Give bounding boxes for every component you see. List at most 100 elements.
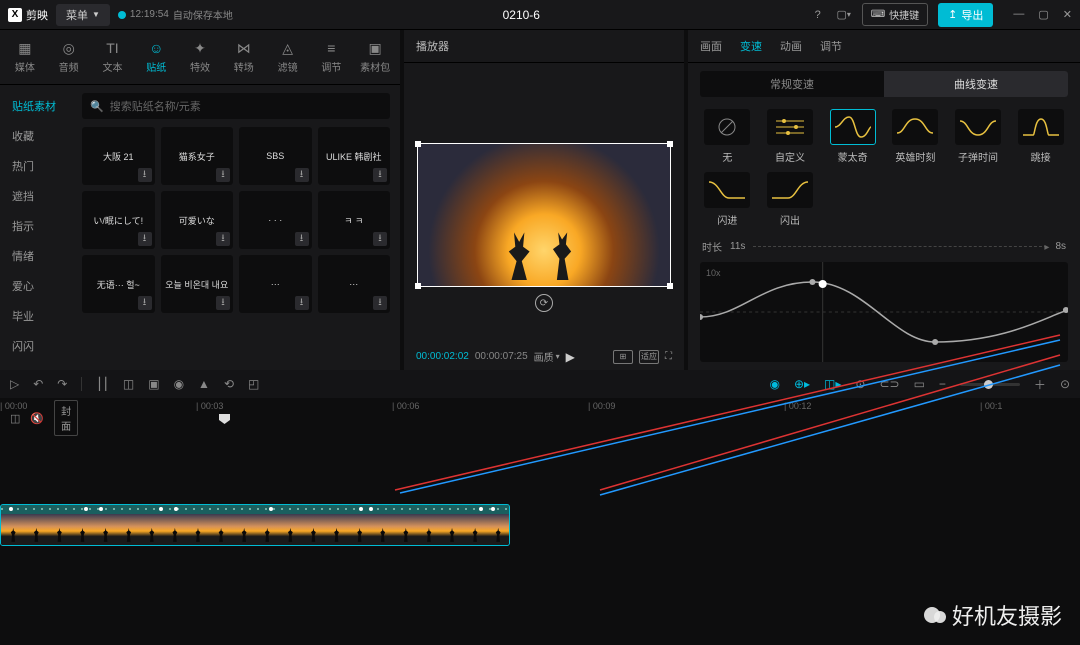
category-item[interactable]: 收藏	[0, 121, 72, 151]
sticker-card[interactable]: ···⭳	[318, 255, 391, 313]
sticker-card[interactable]: ULIKE 韩剧社⭳	[318, 127, 391, 185]
fit-icon[interactable]: 适应	[639, 350, 659, 364]
mic-icon[interactable]: ◉	[769, 377, 779, 391]
category-item[interactable]: 热门	[0, 151, 72, 181]
curve-preset-bullet[interactable]: 子弹时间	[951, 109, 1006, 164]
help-icon[interactable]: ?	[810, 7, 826, 23]
undo-icon[interactable]: ↶	[33, 377, 43, 391]
select-tool-icon[interactable]: ▷	[10, 377, 19, 391]
preview-frame[interactable]: ⟳	[417, 143, 671, 287]
cover-button[interactable]: 封面	[54, 400, 78, 436]
sticker-card[interactable]: ···⭳	[239, 255, 312, 313]
download-icon[interactable]: ⭳	[138, 168, 152, 182]
resize-handle-tl[interactable]	[415, 141, 421, 147]
asset-tab-文本[interactable]: TI文本	[92, 36, 134, 78]
video-clip[interactable]	[0, 504, 510, 546]
asset-tab-特效[interactable]: ✦特效	[179, 36, 221, 78]
asset-tab-转场[interactable]: ⋈转场	[223, 36, 265, 78]
curve-preset-flashin[interactable]: 闪进	[700, 172, 755, 227]
download-icon[interactable]: ⭳	[138, 232, 152, 246]
category-item[interactable]: 互动	[0, 361, 72, 370]
sticker-card[interactable]: い/眠にして!⭳	[82, 191, 155, 249]
download-icon[interactable]: ⭳	[373, 296, 387, 310]
zoom-in-icon[interactable]: ＋	[1034, 376, 1046, 393]
asset-tab-音频[interactable]: ◎音频	[48, 36, 90, 78]
download-icon[interactable]: ⭳	[216, 168, 230, 182]
close-icon[interactable]: ✕	[1063, 8, 1072, 21]
asset-tab-调节[interactable]: ≡调节	[310, 36, 352, 78]
download-icon[interactable]: ⭳	[216, 296, 230, 310]
download-icon[interactable]: ⭳	[216, 232, 230, 246]
mirror-icon[interactable]: ▲	[198, 377, 210, 391]
category-item[interactable]: 闪闪	[0, 331, 72, 361]
zoom-out-icon[interactable]: −	[939, 377, 946, 391]
sticker-card[interactable]: 大阪 21⭳	[82, 127, 155, 185]
tool-icon-3[interactable]: ◫▸	[824, 377, 841, 391]
fullscreen-icon[interactable]: ⛶	[665, 351, 672, 362]
sticker-search-input[interactable]: 🔍 搜索贴纸名称/元素	[82, 93, 390, 119]
link-icon[interactable]: ⊂⊃	[879, 377, 899, 391]
export-button[interactable]: ↥导出	[938, 3, 993, 27]
zoom-slider[interactable]	[960, 383, 1020, 386]
category-item[interactable]: 遮挡	[0, 181, 72, 211]
speed-mode-normal[interactable]: 常规变速	[700, 71, 884, 97]
play-button[interactable]: ▶	[566, 350, 575, 364]
magnet-icon[interactable]: ⊙	[855, 377, 865, 391]
asset-tab-滤镜[interactable]: ◬滤镜	[267, 36, 309, 78]
layout-icon[interactable]: ▢▾	[836, 7, 852, 23]
minimize-icon[interactable]: —	[1013, 8, 1024, 21]
download-icon[interactable]: ⭳	[295, 168, 309, 182]
sticker-card[interactable]: SBS⭳	[239, 127, 312, 185]
category-item[interactable]: 爱心	[0, 271, 72, 301]
prop-tab-画面[interactable]: 画面	[700, 38, 722, 54]
curve-preset-custom[interactable]: 自定义	[763, 109, 818, 164]
curve-preset-none[interactable]: 无	[700, 109, 755, 164]
delete-left-icon[interactable]: ◫	[123, 377, 134, 391]
curve-preset-jump[interactable]: 跳接	[1013, 109, 1068, 164]
quality-select[interactable]: 画质▾	[534, 349, 560, 364]
ratio-icon[interactable]: ⊞	[613, 350, 633, 364]
rotate-handle-icon[interactable]: ⟳	[535, 294, 553, 312]
prop-tab-动画[interactable]: 动画	[780, 38, 802, 54]
redo-icon[interactable]: ↷	[57, 377, 67, 391]
sticker-card[interactable]: ㅋ ㅋ⭳	[318, 191, 391, 249]
curve-preset-flashout[interactable]: 闪出	[763, 172, 818, 227]
prop-tab-调节[interactable]: 调节	[820, 38, 842, 54]
download-icon[interactable]: ⭳	[373, 168, 387, 182]
download-icon[interactable]: ⭳	[373, 232, 387, 246]
record-icon[interactable]: ⊕▸	[794, 377, 810, 391]
rotate-icon[interactable]: ⟲	[224, 377, 234, 391]
asset-tab-素材包[interactable]: ▣素材包	[354, 36, 396, 78]
download-icon[interactable]: ⭳	[295, 296, 309, 310]
duration-slider[interactable]: ▸	[753, 246, 1047, 247]
curve-preset-montage[interactable]: 蒙太奇	[825, 109, 880, 164]
sticker-card[interactable]: 猫系女子⭳	[161, 127, 234, 185]
mute-icon[interactable]: 🔇	[30, 412, 44, 425]
asset-tab-媒体[interactable]: ▦媒体	[4, 36, 46, 78]
download-icon[interactable]: ⭳	[138, 296, 152, 310]
asset-tab-贴纸[interactable]: ☺贴纸	[135, 36, 177, 78]
speed-mode-curve[interactable]: 曲线变速	[884, 71, 1068, 97]
resize-handle-tr[interactable]	[667, 141, 673, 147]
sticker-card[interactable]: · · ·⭳	[239, 191, 312, 249]
download-icon[interactable]: ⭳	[295, 232, 309, 246]
crop-icon[interactable]: ◰	[248, 377, 259, 391]
category-item[interactable]: 贴纸素材	[0, 91, 72, 121]
freeze-icon[interactable]: ◉	[174, 377, 184, 391]
resize-handle-bl[interactable]	[415, 283, 421, 289]
timeline-ruler[interactable]: | 00:00| 00:03| 00:06| 00:09| 00:12| 00:…	[0, 398, 1080, 418]
split-icon[interactable]: ⎮⎮	[96, 377, 109, 391]
menu-button[interactable]: 菜单▼	[56, 4, 110, 26]
preview-toggle-icon[interactable]: ▭	[914, 377, 925, 391]
sticker-card[interactable]: 오늘 비온대 내요⭳	[161, 255, 234, 313]
toggle-track-icon[interactable]: ◫	[10, 412, 20, 425]
category-item[interactable]: 毕业	[0, 301, 72, 331]
category-item[interactable]: 指示	[0, 211, 72, 241]
zoom-fit-icon[interactable]: ⊙	[1060, 377, 1070, 391]
sticker-card[interactable]: 无语··· 헐~⭳	[82, 255, 155, 313]
category-item[interactable]: 情绪	[0, 241, 72, 271]
curve-preset-hero[interactable]: 英雄时刻	[888, 109, 943, 164]
resize-handle-br[interactable]	[667, 283, 673, 289]
speed-curve-graph[interactable]: 10x	[700, 262, 1068, 362]
prop-tab-变速[interactable]: 变速	[740, 38, 762, 54]
